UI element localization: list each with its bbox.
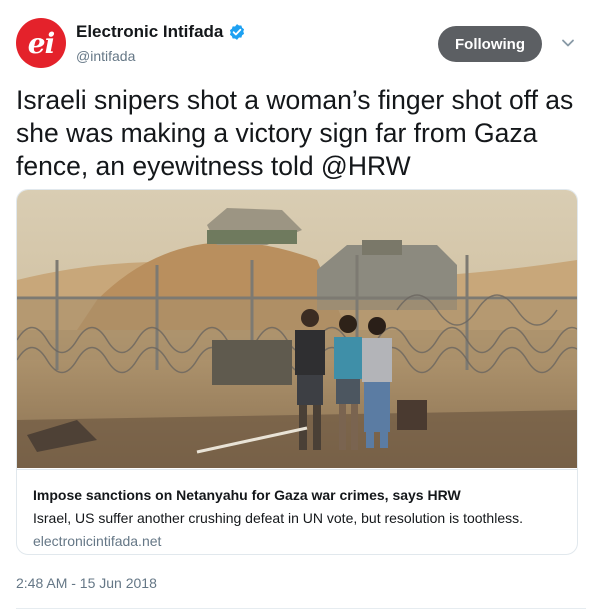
verified-badge-icon	[230, 24, 245, 40]
tweet-text: Israeli snipers shot a woman’s finger sh…	[16, 85, 574, 181]
tweet-timestamp[interactable]: 2:48 AM - 15 Jun 2018	[16, 575, 157, 591]
card-description: Israel, US suffer another crushing defea…	[33, 510, 523, 526]
avatar-logo-text: ei	[27, 26, 55, 60]
card-body: Impose sanctions on Netanyahu for Gaza w…	[17, 469, 577, 554]
chevron-down-icon[interactable]	[561, 36, 575, 50]
author-handle[interactable]: @intifada	[76, 48, 135, 64]
author-name-row: Electronic Intifada	[76, 22, 246, 42]
card-image	[17, 190, 577, 468]
author-name[interactable]: Electronic Intifada	[76, 22, 223, 42]
divider	[16, 608, 586, 609]
card-domain: electronicintifada.net	[33, 533, 162, 549]
link-card[interactable]: Impose sanctions on Netanyahu for Gaza w…	[16, 189, 578, 555]
following-button[interactable]: Following	[438, 26, 542, 62]
card-title: Impose sanctions on Netanyahu for Gaza w…	[33, 487, 461, 503]
avatar[interactable]: ei	[16, 18, 66, 68]
